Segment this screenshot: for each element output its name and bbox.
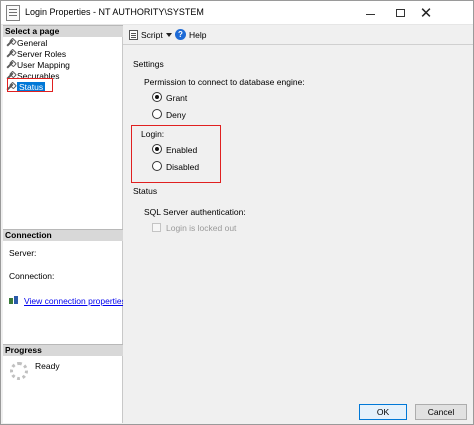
help-icon[interactable]: ? xyxy=(175,29,186,40)
page-item-server-roles[interactable]: Server Roles xyxy=(6,48,66,59)
minimize-icon xyxy=(365,13,375,15)
help-button[interactable]: Help xyxy=(189,30,206,40)
deny-label[interactable]: Deny xyxy=(166,110,186,120)
script-button[interactable]: Script xyxy=(141,30,163,40)
locked-out-checkbox[interactable] xyxy=(152,223,161,232)
wrench-icon xyxy=(6,39,14,47)
deny-radio[interactable] xyxy=(152,109,162,119)
status-heading: Status xyxy=(133,186,158,196)
wrench-icon xyxy=(6,50,14,58)
cancel-button[interactable]: Cancel xyxy=(415,404,467,420)
enabled-radio[interactable] xyxy=(152,144,162,154)
app-icon xyxy=(6,5,20,21)
progress-spinner-icon xyxy=(10,362,28,380)
enabled-label[interactable]: Enabled xyxy=(166,145,197,155)
connection-properties-icon xyxy=(9,296,19,305)
select-page-header: Select a page xyxy=(3,25,123,37)
grant-radio[interactable] xyxy=(152,92,162,102)
sql-auth-label: SQL Server authentication: xyxy=(144,207,246,217)
minimize-button[interactable] xyxy=(355,1,385,25)
title-bar[interactable]: Login Properties - NT AUTHORITY\SYSTEM ✕ xyxy=(1,1,473,25)
server-label: Server: xyxy=(9,248,37,258)
close-icon: ✕ xyxy=(419,5,433,22)
dialog-buttons: OK Cancel xyxy=(123,399,473,424)
maximize-icon xyxy=(395,9,405,17)
page-item-general[interactable]: General xyxy=(6,37,47,48)
permission-label: Permission to connect to database engine… xyxy=(144,77,305,87)
toolbar: Script ? Help xyxy=(123,25,473,45)
properties-pane: Script ? Help Settings Permission to con… xyxy=(123,25,473,399)
wrench-icon xyxy=(6,61,14,69)
page-item-label: User Mapping xyxy=(17,59,70,70)
grant-label[interactable]: Grant xyxy=(166,93,187,103)
connection-label: Connection: xyxy=(9,271,55,281)
progress-status: Ready xyxy=(35,361,60,371)
connection-header: Connection xyxy=(3,229,123,241)
status-highlight-box xyxy=(7,78,53,92)
page-item-label: Server Roles xyxy=(17,48,67,59)
window-title: Login Properties - NT AUTHORITY\SYSTEM xyxy=(25,7,204,17)
settings-heading: Settings xyxy=(133,59,164,69)
close-button[interactable]: ✕ xyxy=(411,1,441,25)
script-icon xyxy=(129,30,138,40)
page-item-label: General xyxy=(17,37,48,48)
progress-header: Progress xyxy=(3,344,123,356)
disabled-radio[interactable] xyxy=(152,161,162,171)
ok-button[interactable]: OK xyxy=(359,404,407,420)
left-panel: Select a page General Server Roles User … xyxy=(3,25,126,423)
view-connection-properties-link[interactable]: View connection properties xyxy=(24,296,126,306)
chevron-down-icon[interactable] xyxy=(166,33,172,37)
locked-out-label: Login is locked out xyxy=(166,223,237,233)
page-item-user-mapping[interactable]: User Mapping xyxy=(6,59,70,70)
login-properties-window: Login Properties - NT AUTHORITY\SYSTEM ✕… xyxy=(0,0,474,425)
disabled-label[interactable]: Disabled xyxy=(166,162,199,172)
login-label: Login: xyxy=(141,129,165,139)
